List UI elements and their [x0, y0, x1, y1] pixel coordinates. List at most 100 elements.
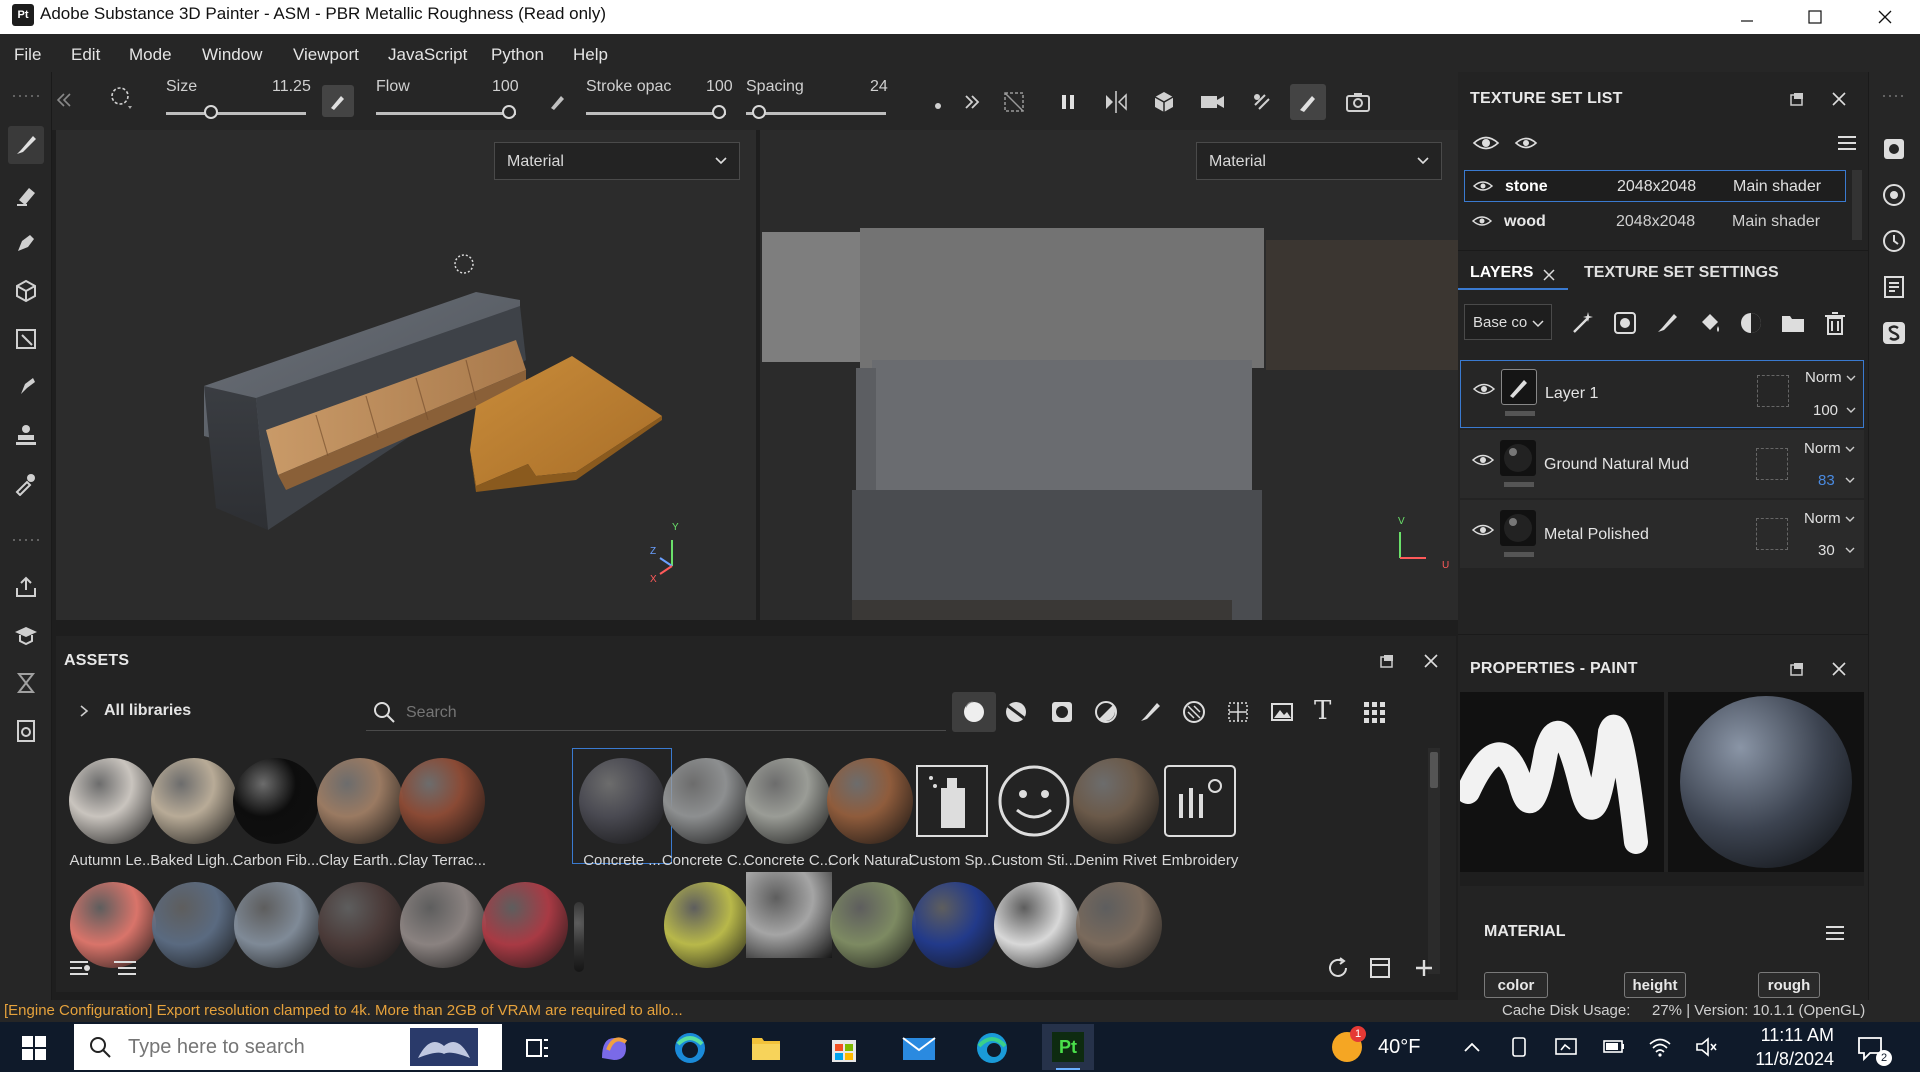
- learn-tool[interactable]: [8, 616, 44, 654]
- expand-toolbar-button[interactable]: [956, 86, 988, 118]
- microsoft-store-icon[interactable]: [826, 1030, 862, 1066]
- add-paint-layer-icon[interactable]: [1654, 310, 1680, 336]
- chevron-down-icon[interactable]: [1844, 545, 1856, 555]
- edge-icon[interactable]: [974, 1030, 1010, 1066]
- undock-icon[interactable]: [1788, 660, 1806, 678]
- layer-mask-slot[interactable]: [1757, 375, 1789, 407]
- list-tree-icon[interactable]: [112, 958, 138, 980]
- eye-icon[interactable]: [1514, 134, 1538, 152]
- chevron-up-icon[interactable]: [1462, 1038, 1482, 1058]
- viewport-3d[interactable]: Material Y Z X: [56, 130, 756, 620]
- layer-thumbnail[interactable]: [1500, 510, 1536, 546]
- channel-chip-rough[interactable]: rough: [1758, 972, 1820, 998]
- asset-preview-sphere[interactable]: [70, 882, 156, 968]
- layer-thumbnail[interactable]: [1501, 369, 1537, 405]
- history-icon[interactable]: [1881, 228, 1907, 254]
- phone-link-icon[interactable]: [1508, 1036, 1530, 1058]
- filter-icon[interactable]: [1094, 700, 1118, 724]
- stroke-opacity-slider-track[interactable]: [586, 112, 726, 115]
- pause-button[interactable]: [1052, 86, 1084, 118]
- texture-set-row-wood[interactable]: wood 2048x2048 Main shader: [1464, 204, 1846, 238]
- list-settings-icon[interactable]: [68, 958, 94, 980]
- asset-preview-sphere[interactable]: [1076, 882, 1162, 968]
- asset-preview-sphere[interactable]: [830, 882, 916, 968]
- file-explorer-icon[interactable]: [748, 1030, 784, 1066]
- library-selector[interactable]: All libraries: [104, 702, 191, 720]
- layer-opacity[interactable]: 30: [1818, 542, 1835, 559]
- symmetry-button[interactable]: [1100, 86, 1132, 118]
- selection-tool[interactable]: [8, 320, 44, 358]
- asset-preview-texture[interactable]: [746, 872, 832, 958]
- layer-row-ground-natural-mud[interactable]: Ground Natural Mud Norm 83: [1460, 430, 1864, 498]
- menu-javascript[interactable]: JavaScript: [388, 45, 467, 65]
- asset-thumb[interactable]: Clay Terrac...: [392, 758, 492, 869]
- wifi-icon[interactable]: [1648, 1036, 1672, 1058]
- trash-icon[interactable]: [1822, 310, 1848, 336]
- layer-blend-mode[interactable]: Norm: [1804, 440, 1841, 457]
- layer-mask-slot[interactable]: [1756, 518, 1788, 550]
- chevron-down-icon[interactable]: [1844, 475, 1856, 485]
- menu-viewport[interactable]: Viewport: [293, 45, 359, 65]
- asset-preview-sphere[interactable]: [994, 882, 1080, 968]
- assets-scrollbar-thumb[interactable]: [1430, 752, 1438, 788]
- eye-icon[interactable]: [1472, 522, 1494, 538]
- painter-taskbar-button[interactable]: Pt: [1042, 1024, 1094, 1070]
- asset-preview-sphere[interactable]: [400, 882, 486, 968]
- substance-icon[interactable]: [1881, 320, 1907, 346]
- asset-preview-sphere[interactable]: [234, 882, 320, 968]
- smudge-tool[interactable]: [8, 368, 44, 406]
- assets-search-input[interactable]: [406, 700, 926, 726]
- stroke-opacity-slider-knob[interactable]: [712, 105, 726, 119]
- edge-beta-icon[interactable]: [672, 1030, 708, 1066]
- export-tool[interactable]: [8, 568, 44, 606]
- clock-time[interactable]: 11:11 AM: [1750, 1025, 1834, 1046]
- size-slider-knob[interactable]: [203, 105, 218, 119]
- share-tool[interactable]: [8, 712, 44, 750]
- color-picker-tool[interactable]: [8, 464, 44, 502]
- taskbar-search-input[interactable]: [128, 1032, 428, 1062]
- menu-edit[interactable]: Edit: [71, 45, 100, 65]
- tab-layers[interactable]: LAYERS: [1458, 256, 1568, 290]
- layer-opacity[interactable]: 83: [1818, 472, 1835, 489]
- screen-capture-icon[interactable]: [1554, 1036, 1578, 1058]
- menu-mode[interactable]: Mode: [129, 45, 172, 65]
- windows-start-icon[interactable]: [22, 1036, 46, 1060]
- layer-row-layer-1[interactable]: Layer 1 Norm 100: [1460, 360, 1864, 428]
- maximize-button[interactable]: [1788, 0, 1842, 34]
- add-fill-layer-icon[interactable]: [1696, 310, 1722, 336]
- grunge-icon[interactable]: [1226, 700, 1250, 724]
- chevron-down-icon[interactable]: [1844, 514, 1856, 524]
- brush-preset-icon[interactable]: [1138, 700, 1162, 724]
- tab-texture-set-settings[interactable]: TEXTURE SET SETTINGS: [1584, 264, 1779, 282]
- layer-blend-mode[interactable]: Norm: [1805, 369, 1842, 386]
- close-window-button[interactable]: [1858, 0, 1912, 34]
- pressure-size-button[interactable]: [322, 85, 354, 117]
- hamburger-menu-icon[interactable]: [1836, 134, 1858, 152]
- close-icon[interactable]: [1422, 652, 1440, 670]
- smart-material-icon[interactable]: [1004, 700, 1028, 724]
- spacing-value[interactable]: 24: [870, 78, 888, 96]
- render-button[interactable]: [1246, 86, 1278, 118]
- mail-icon[interactable]: [900, 1030, 938, 1066]
- chevron-down-icon[interactable]: [1844, 444, 1856, 454]
- eye-icon[interactable]: [1473, 179, 1493, 193]
- texture-set-scrollbar[interactable]: [1852, 170, 1862, 240]
- paint-mode-button[interactable]: [1290, 84, 1326, 120]
- flow-slider-track[interactable]: [376, 112, 516, 115]
- layer-mask-slot[interactable]: [1756, 448, 1788, 480]
- bake-tool[interactable]: [8, 664, 44, 702]
- smart-mask-icon[interactable]: [1050, 700, 1074, 724]
- eye-icon[interactable]: [1472, 214, 1492, 228]
- layer-row-metal-polished[interactable]: Metal Polished Norm 30: [1460, 500, 1864, 568]
- size-value[interactable]: 11.25: [272, 78, 311, 96]
- eye-solo-icon[interactable]: [1472, 134, 1500, 152]
- temperature[interactable]: 40°F: [1378, 1036, 1420, 1059]
- size-slider-track[interactable]: [166, 112, 306, 115]
- menu-python[interactable]: Python: [491, 45, 544, 65]
- channel-dropdown[interactable]: Base co: [1464, 304, 1552, 340]
- channel-chip-color[interactable]: color: [1484, 972, 1548, 998]
- hamburger-menu-icon[interactable]: [1824, 924, 1846, 942]
- chevron-down-icon[interactable]: [1845, 373, 1857, 383]
- assets-scrollbar[interactable]: [1428, 748, 1440, 974]
- menu-window[interactable]: Window: [202, 45, 262, 65]
